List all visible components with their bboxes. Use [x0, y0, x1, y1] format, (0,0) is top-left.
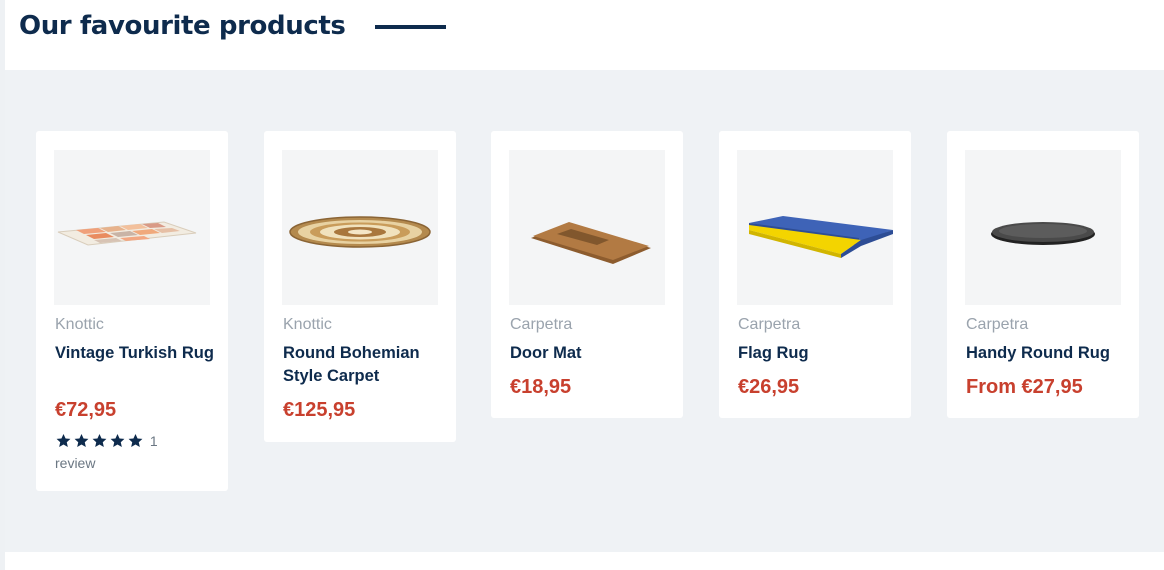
product-image[interactable] [965, 150, 1121, 305]
star-icon [92, 434, 107, 448]
product-title[interactable]: Flag Rug [738, 342, 898, 365]
product-image[interactable] [509, 150, 665, 305]
product-title[interactable]: Vintage Turkish Rug [55, 342, 215, 365]
product-brand: Knottic [283, 316, 332, 333]
product-brand: Carpetra [738, 316, 801, 333]
review-label: review [55, 455, 96, 472]
vintage-turkish-rug-image [57, 221, 197, 246]
product-brand: Carpetra [510, 316, 573, 333]
star-icon [74, 434, 89, 448]
product-brand: Knottic [55, 316, 104, 333]
product-card[interactable]: Knottic Vintage Turkish Rug €72,95 1 rev… [36, 131, 228, 491]
round-bohemian-carpet-image [289, 216, 431, 248]
product-card[interactable]: Carpetra Door Mat €18,95 [491, 131, 683, 418]
product-price: €18,95 [510, 376, 572, 398]
product-image[interactable] [737, 150, 893, 305]
product-title[interactable]: Round Bohemian Style Carpet [283, 342, 443, 388]
product-price: €125,95 [283, 399, 356, 421]
star-icon [128, 434, 143, 448]
section-title: Our favourite products [19, 11, 346, 41]
product-image[interactable] [282, 150, 438, 305]
star-icon [56, 434, 71, 448]
product-card[interactable]: Knottic Round Bohemian Style Carpet €125… [264, 131, 456, 442]
product-image[interactable] [54, 150, 210, 305]
product-card[interactable]: Carpetra Handy Round Rug From €27,95 [947, 131, 1139, 418]
product-title[interactable]: Handy Round Rug [966, 342, 1126, 365]
product-price: From €27,95 [966, 376, 1083, 398]
review-count: 1 [149, 433, 158, 450]
star-rating [55, 433, 144, 449]
door-mat-image [531, 222, 651, 264]
title-underline [375, 25, 446, 29]
product-card[interactable]: Carpetra Flag Rug €26,95 [719, 131, 911, 418]
product-rating[interactable]: 1 review [55, 429, 205, 474]
handy-round-rug-image [991, 222, 1095, 245]
product-title[interactable]: Door Mat [510, 342, 670, 365]
product-price: €26,95 [738, 376, 800, 398]
product-price: €72,95 [55, 399, 117, 421]
section-header: Our favourite products [19, 6, 346, 46]
product-brand: Carpetra [966, 316, 1029, 333]
star-icon [110, 434, 125, 448]
flag-rug-image [749, 216, 893, 258]
